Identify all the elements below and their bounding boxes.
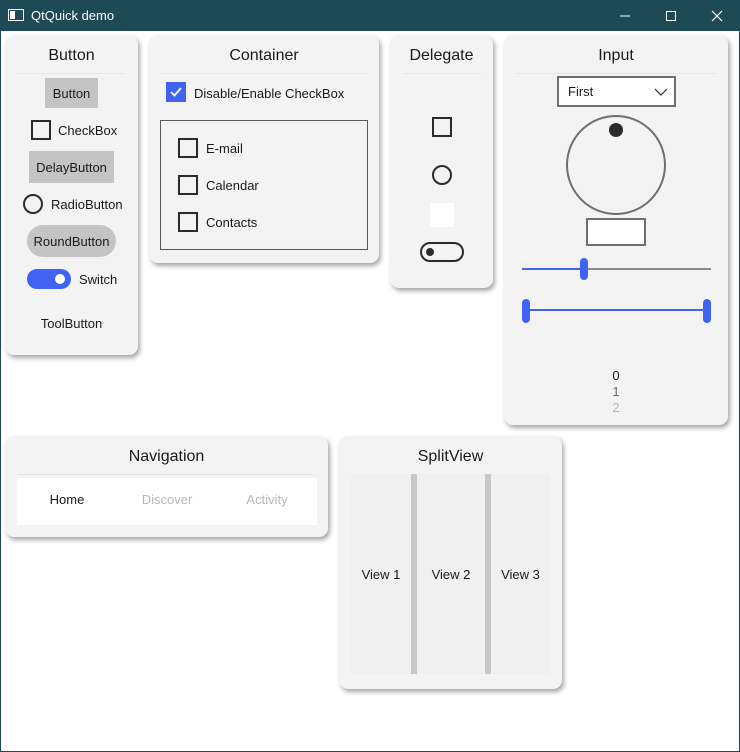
tumbler-item[interactable]: 0: [504, 368, 728, 383]
email-label: E-mail: [206, 141, 243, 156]
slider-fill: [522, 268, 583, 270]
range-slider-track: [526, 309, 709, 311]
switch-knob: [55, 274, 65, 284]
split-view-pane-3: View 3: [491, 474, 550, 674]
delay-button[interactable]: DelayButton: [29, 151, 114, 183]
spin-box[interactable]: [586, 218, 646, 246]
input-card-title: Input: [598, 47, 634, 64]
delegate-item[interactable]: [430, 203, 454, 227]
check-icon: [170, 87, 182, 97]
minimize-button[interactable]: [602, 0, 648, 31]
container-card: Container Disable/Enable CheckBox E-mail…: [149, 35, 379, 263]
contacts-label: Contacts: [206, 215, 258, 230]
radio-button-label: RadioButton: [51, 197, 123, 212]
navigation-card: Navigation Home Discover Activity: [5, 436, 328, 537]
delegate-card: Delegate: [390, 35, 493, 288]
combo-box[interactable]: First: [557, 76, 676, 107]
delegate-switch-knob: [426, 248, 434, 256]
tab-activity[interactable]: Activity: [217, 492, 317, 507]
delegate-switch[interactable]: [420, 242, 464, 262]
delegate-radio[interactable]: [432, 165, 452, 185]
combo-value: First: [568, 84, 594, 99]
email-checkbox[interactable]: [178, 138, 198, 158]
calendar-checkbox[interactable]: [178, 175, 198, 195]
enable-checkbox[interactable]: [166, 82, 186, 102]
dial[interactable]: [566, 115, 666, 215]
maximize-button[interactable]: [648, 0, 694, 31]
close-button[interactable]: [694, 0, 740, 31]
divider: [516, 73, 716, 74]
tab-home[interactable]: Home: [17, 492, 117, 507]
dial-handle[interactable]: [609, 123, 623, 137]
title-bar: QtQuick demo: [0, 0, 740, 31]
group-box: E-mail Calendar Contacts: [160, 120, 368, 250]
tool-button[interactable]: ToolButton: [5, 316, 138, 331]
range-slider-second-handle[interactable]: [703, 299, 711, 323]
button-card: Button Button CheckBox DelayButton Radio…: [5, 35, 138, 355]
calendar-label: Calendar: [206, 178, 259, 193]
divider: [17, 474, 316, 475]
divider: [402, 73, 481, 74]
delegate-checkbox[interactable]: [432, 117, 452, 137]
chevron-down-icon: [654, 88, 668, 96]
slider-handle[interactable]: [580, 258, 588, 280]
range-slider-first-handle[interactable]: [522, 299, 530, 323]
contacts-checkbox[interactable]: [178, 212, 198, 232]
switch-toggle[interactable]: [27, 269, 71, 289]
button-card-title: Button: [48, 47, 95, 64]
split-view-pane-2: View 2: [417, 474, 485, 674]
minimize-icon: [620, 15, 630, 16]
enable-checkbox-label: Disable/Enable CheckBox: [194, 86, 345, 101]
window-title: QtQuick demo: [31, 8, 115, 23]
divider: [161, 73, 367, 74]
container-card-title: Container: [229, 47, 299, 64]
input-card: Input First 0 1 2: [504, 35, 728, 425]
radio-button[interactable]: [23, 194, 43, 214]
tab-bar: Home Discover Activity: [17, 478, 317, 525]
splitview-card-title: SplitView: [417, 448, 484, 465]
app-icon: [8, 9, 24, 21]
round-button[interactable]: RoundButton: [27, 225, 116, 257]
checkbox[interactable]: [31, 120, 51, 140]
client-area: Button Button CheckBox DelayButton Radio…: [1, 31, 739, 751]
navigation-card-title: Navigation: [128, 448, 205, 465]
divider: [17, 73, 126, 74]
tab-discover[interactable]: Discover: [117, 492, 217, 507]
close-icon: [711, 10, 723, 21]
switch-label: Switch: [79, 272, 118, 287]
maximize-icon: [666, 10, 676, 21]
checkbox-label: CheckBox: [58, 123, 118, 138]
tumbler-item[interactable]: 1: [504, 384, 728, 399]
plain-button[interactable]: Button: [45, 78, 98, 108]
split-view-pane-1: View 1: [351, 474, 411, 674]
slider-track: [583, 268, 711, 270]
delegate-card-title: Delegate: [409, 47, 474, 64]
tumbler-item[interactable]: 2: [504, 400, 728, 415]
